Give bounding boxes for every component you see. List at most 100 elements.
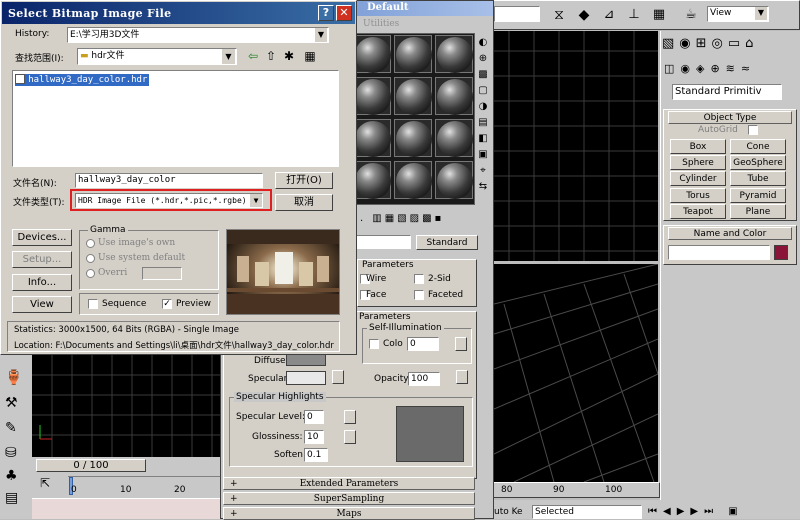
toolbar-dropdown-left[interactable]	[494, 6, 540, 22]
sample-slot[interactable]	[435, 77, 473, 115]
gamma-radio-system[interactable]	[86, 254, 95, 263]
sample-slot[interactable]	[353, 77, 391, 115]
sample-slot[interactable]	[353, 119, 391, 157]
teapot-button[interactable]: Teapot	[670, 204, 726, 219]
opacity-map-button[interactable]	[456, 370, 468, 384]
two-sided-checkbox[interactable]	[414, 274, 424, 284]
gamma-radio-own[interactable]	[86, 239, 95, 248]
pyramid-button[interactable]: Pyramid	[730, 188, 786, 203]
specular-map-button[interactable]	[332, 370, 344, 384]
specular-swatch[interactable]	[286, 371, 326, 385]
glossiness-value[interactable]: 10	[304, 430, 324, 444]
object-color-swatch[interactable]	[774, 245, 788, 260]
history-dropdown[interactable]: E:\学习用3D文件 ▼	[67, 27, 329, 43]
open-button[interactable]: 打开(O)	[275, 172, 333, 189]
auto-key-label[interactable]: uto Ke	[494, 507, 523, 517]
maps-rollout[interactable]: + Maps	[223, 507, 475, 520]
basic-params-header[interactable]: Parameters	[362, 260, 414, 270]
object-type-header[interactable]: Object Type	[668, 111, 792, 124]
faceted-checkbox[interactable]	[414, 290, 424, 300]
time-slider[interactable]: 0 / 100	[36, 459, 146, 472]
plane-button[interactable]: Plane	[730, 204, 786, 219]
self-illum-value[interactable]: 0	[407, 337, 439, 351]
align-icon[interactable]: ⊥	[625, 6, 643, 24]
viewport-top-right[interactable]	[494, 31, 658, 261]
opacity-value[interactable]: 100	[408, 372, 440, 386]
lookin-dropdown[interactable]: ▬ hdr文件 ▼	[77, 48, 237, 65]
filetype-dropdown[interactable]: HDR Image File (*.hdr,*.pic,*.rgbe) ▼	[75, 193, 263, 208]
up-folder-icon[interactable]: ⇧	[263, 49, 279, 65]
sample-slot[interactable]	[353, 35, 391, 73]
material-side-icons[interactable]: ◐ ⊕ ▩ ▢ ◑ ▤ ◧ ▣ ⌖ ⇆	[475, 35, 491, 205]
diffuse-swatch[interactable]	[286, 354, 326, 366]
info-button[interactable]: Info...	[12, 274, 72, 291]
view-dropdown[interactable]: View ▼	[707, 6, 769, 22]
gamma-radio-override[interactable]	[86, 269, 95, 278]
sample-slots[interactable]	[351, 33, 475, 205]
bucket-icon[interactable]: ⛁	[5, 445, 17, 461]
material-toolbar-icons[interactable]: o. ▥▦▧▨▩▪	[351, 211, 491, 227]
help-button[interactable]: ?	[318, 5, 334, 21]
self-illum-color-checkbox[interactable]	[369, 339, 379, 349]
sample-slot[interactable]	[435, 161, 473, 199]
name-color-header[interactable]: Name and Color	[668, 227, 792, 240]
cone-button[interactable]: Cone	[730, 139, 786, 154]
torus-button[interactable]: Torus	[670, 188, 726, 203]
object-name-field[interactable]	[668, 245, 770, 260]
teapot-icon[interactable]: 🏺	[5, 370, 22, 386]
selected-dropdown[interactable]: Selected	[532, 505, 642, 519]
view-button[interactable]: View	[12, 296, 72, 313]
sample-slot[interactable]	[394, 119, 432, 157]
tube-button[interactable]: Tube	[730, 171, 786, 186]
supersampling-rollout[interactable]: + SuperSampling	[223, 492, 475, 505]
autogrid-checkbox[interactable]	[748, 125, 758, 135]
key-icon[interactable]: ⇱	[40, 476, 50, 490]
paint-icon[interactable]: ✎	[5, 420, 17, 436]
file-list[interactable]: hallway3_day_color.hdr	[12, 70, 339, 167]
material-type-button[interactable]: Standard	[416, 235, 478, 250]
preview-checkbox[interactable]: ✓	[162, 299, 172, 309]
geosphere-button[interactable]: GeoSphere	[730, 155, 786, 170]
sample-slot[interactable]	[435, 35, 473, 73]
sample-slot[interactable]	[394, 161, 432, 199]
light-icon[interactable]: ⚒	[5, 395, 18, 411]
sample-slot[interactable]	[353, 161, 391, 199]
close-button[interactable]: ✕	[336, 5, 352, 21]
sample-slot[interactable]	[435, 119, 473, 157]
sample-slot[interactable]	[394, 77, 432, 115]
sample-slot[interactable]	[394, 35, 432, 73]
figure-icon[interactable]: ♣	[5, 468, 18, 484]
cylinder-button[interactable]: Cylinder	[670, 171, 726, 186]
select-rotate-icon[interactable]: ⧖	[550, 6, 568, 24]
command-tabs[interactable]: ▧◉⊞◎▭⌂	[662, 35, 798, 53]
devices-button[interactable]: Devices...	[12, 229, 72, 246]
specular-level-map-button[interactable]	[344, 410, 356, 424]
specular-level-value[interactable]: 0	[304, 410, 324, 424]
render-icon[interactable]: ▦	[650, 6, 668, 24]
new-folder-icon[interactable]: ✱	[281, 49, 297, 65]
filename-input[interactable]: hallway3_day_color	[75, 173, 263, 188]
extended-params-rollout[interactable]: + Extended Parameters	[223, 477, 475, 490]
teapot-render-icon[interactable]: ☕	[680, 6, 702, 24]
params-header[interactable]: Parameters	[359, 312, 411, 322]
book-icon[interactable]: ▤	[5, 490, 18, 506]
viewport-perspective[interactable]	[494, 264, 658, 482]
cancel-button[interactable]: 取消	[275, 194, 333, 211]
menu-utilities[interactable]: Utilities	[363, 19, 399, 29]
list-item[interactable]: hallway3_day_color.hdr	[15, 74, 150, 86]
back-icon[interactable]: ⇦	[245, 49, 261, 65]
glossiness-map-button[interactable]	[344, 430, 356, 444]
soften-value[interactable]: 0.1	[304, 448, 328, 462]
sequence-checkbox[interactable]	[88, 299, 98, 309]
create-category-icons[interactable]: ◫◉◈⊕≋≈	[664, 61, 798, 77]
primitive-type-dropdown[interactable]: Standard Primitiv	[672, 84, 782, 100]
setup-button[interactable]: Setup...	[12, 251, 72, 268]
viewport-bottom-left[interactable]	[32, 355, 220, 457]
playback-controls[interactable]: ⏮◀▶▶⏭ ▣	[648, 505, 798, 519]
mirror-icon[interactable]: ⊿	[600, 6, 618, 24]
eraser-icon[interactable]: ◆	[575, 6, 593, 24]
box-button[interactable]: Box	[670, 139, 726, 154]
material-name-dropdown[interactable]	[351, 235, 411, 249]
gamma-override-value[interactable]	[142, 267, 182, 280]
self-illum-map-button[interactable]	[455, 337, 467, 351]
